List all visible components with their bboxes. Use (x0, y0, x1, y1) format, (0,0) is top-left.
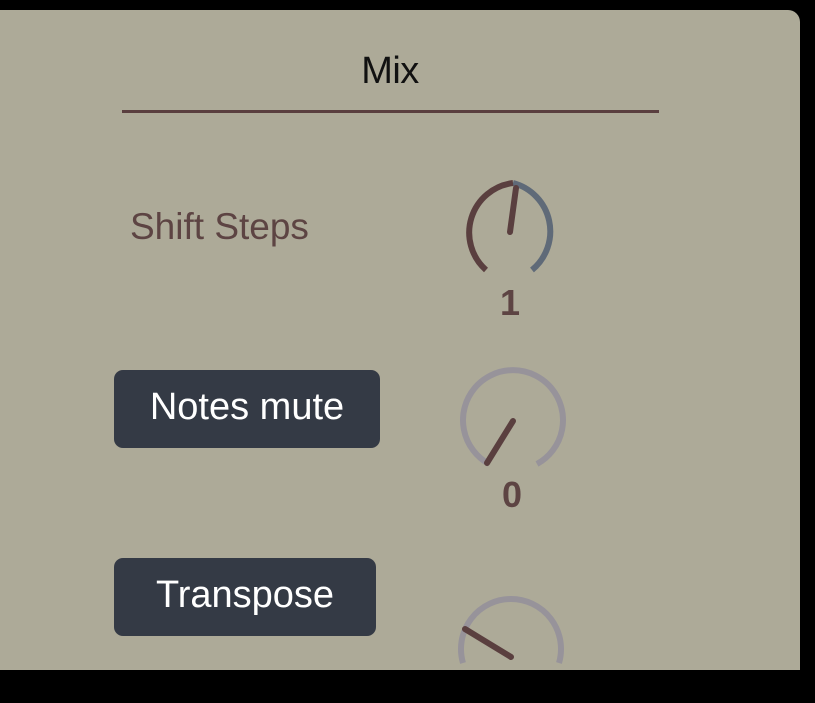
transpose-button[interactable]: Transpose (114, 558, 376, 636)
knob-value-arc (466, 180, 514, 273)
knob-pointer (462, 626, 514, 660)
section-divider (122, 110, 659, 113)
section-title: Mix (361, 50, 419, 92)
knob-pointer (484, 418, 516, 466)
knob-track (458, 596, 564, 664)
shift-steps-label: Shift Steps (130, 206, 309, 247)
mix-panel: Mix Shift Steps 1 Notes mute 0 Transpose (0, 10, 800, 670)
notes-mute-knob[interactable] (453, 365, 573, 485)
notes-mute-value: 0 (501, 474, 523, 515)
shift-steps-knob[interactable] (450, 174, 570, 294)
knob-track (460, 367, 566, 467)
knob-pointer (507, 185, 519, 235)
transpose-knob[interactable] (451, 583, 571, 703)
shift-steps-value: 1 (499, 282, 521, 323)
knob-track (512, 180, 554, 273)
notes-mute-button[interactable]: Notes mute (114, 370, 380, 448)
